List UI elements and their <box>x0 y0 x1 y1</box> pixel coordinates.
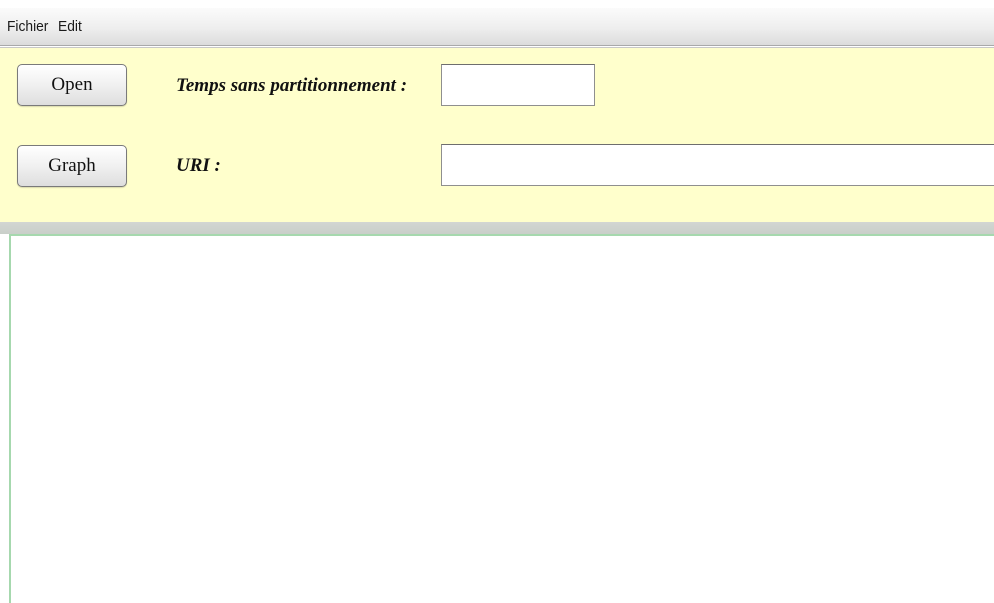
temps-label: Temps sans partitionnement : <box>176 75 408 96</box>
menu-edit[interactable]: Edit <box>58 18 82 35</box>
uri-field[interactable] <box>441 144 994 186</box>
app-window: Fichier Edit Open Temps sans partitionne… <box>0 0 994 603</box>
control-panel: Open Temps sans partitionnement : Graph … <box>0 47 994 223</box>
menu-fichier[interactable]: Fichier <box>7 18 48 35</box>
open-button[interactable]: Open <box>17 64 127 106</box>
menu-bar: Fichier Edit <box>0 8 994 46</box>
graph-button[interactable]: Graph <box>17 145 127 187</box>
panel-separator <box>0 222 994 234</box>
uri-label: URI : <box>176 155 221 176</box>
temps-field[interactable] <box>441 64 595 106</box>
output-text-area[interactable] <box>9 234 994 603</box>
